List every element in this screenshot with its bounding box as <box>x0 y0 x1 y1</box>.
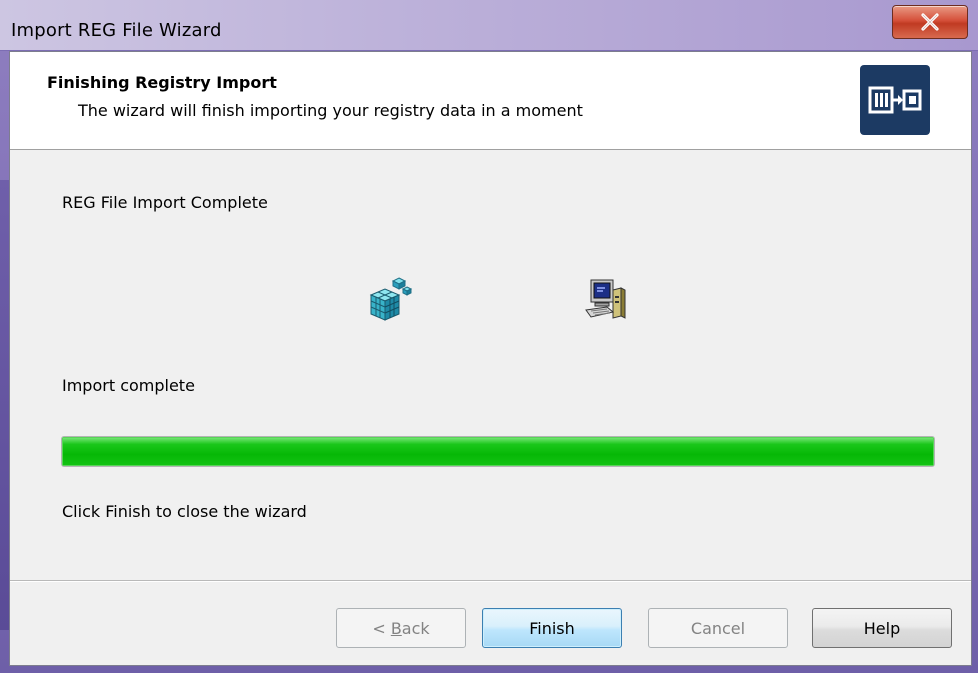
computer-icon <box>583 276 631 328</box>
help-button[interactable]: Help <box>812 608 952 648</box>
window-frame: Import REG File Wizard Finishing Registr… <box>0 0 978 673</box>
back-button-prefix: < <box>372 618 391 638</box>
wizard-logo-icon <box>860 65 930 135</box>
section-label: REG File Import Complete <box>62 193 268 212</box>
wizard-header: Finishing Registry Import The wizard wil… <box>10 52 971 150</box>
page-title: Finishing Registry Import <box>47 73 277 92</box>
back-button-accel: B <box>390 618 402 638</box>
title-bar[interactable]: Import REG File Wizard <box>0 0 978 51</box>
window-title: Import REG File Wizard <box>11 20 222 41</box>
cancel-button-label: Cancel <box>690 618 746 638</box>
instruction-text: Click Finish to close the wizard <box>62 502 307 521</box>
status-label: Import complete <box>62 376 195 395</box>
close-button[interactable] <box>892 5 968 39</box>
back-button-rest: ack <box>401 618 430 638</box>
wizard-client-area: Finishing Registry Import The wizard wil… <box>9 51 972 666</box>
page-subtitle: The wizard will finish importing your re… <box>78 101 583 120</box>
close-icon <box>921 13 939 31</box>
window-border <box>0 180 9 630</box>
finish-button-label: Finish <box>529 618 575 638</box>
finish-button[interactable]: Finish <box>482 608 622 648</box>
button-divider <box>10 580 971 582</box>
registry-cubes-icon <box>365 276 413 328</box>
help-button-label: Help <box>863 618 901 638</box>
cancel-button[interactable]: Cancel <box>648 608 788 648</box>
back-button[interactable]: < Back <box>336 608 466 648</box>
progress-fill <box>62 437 934 466</box>
import-progress-bar <box>61 436 935 467</box>
